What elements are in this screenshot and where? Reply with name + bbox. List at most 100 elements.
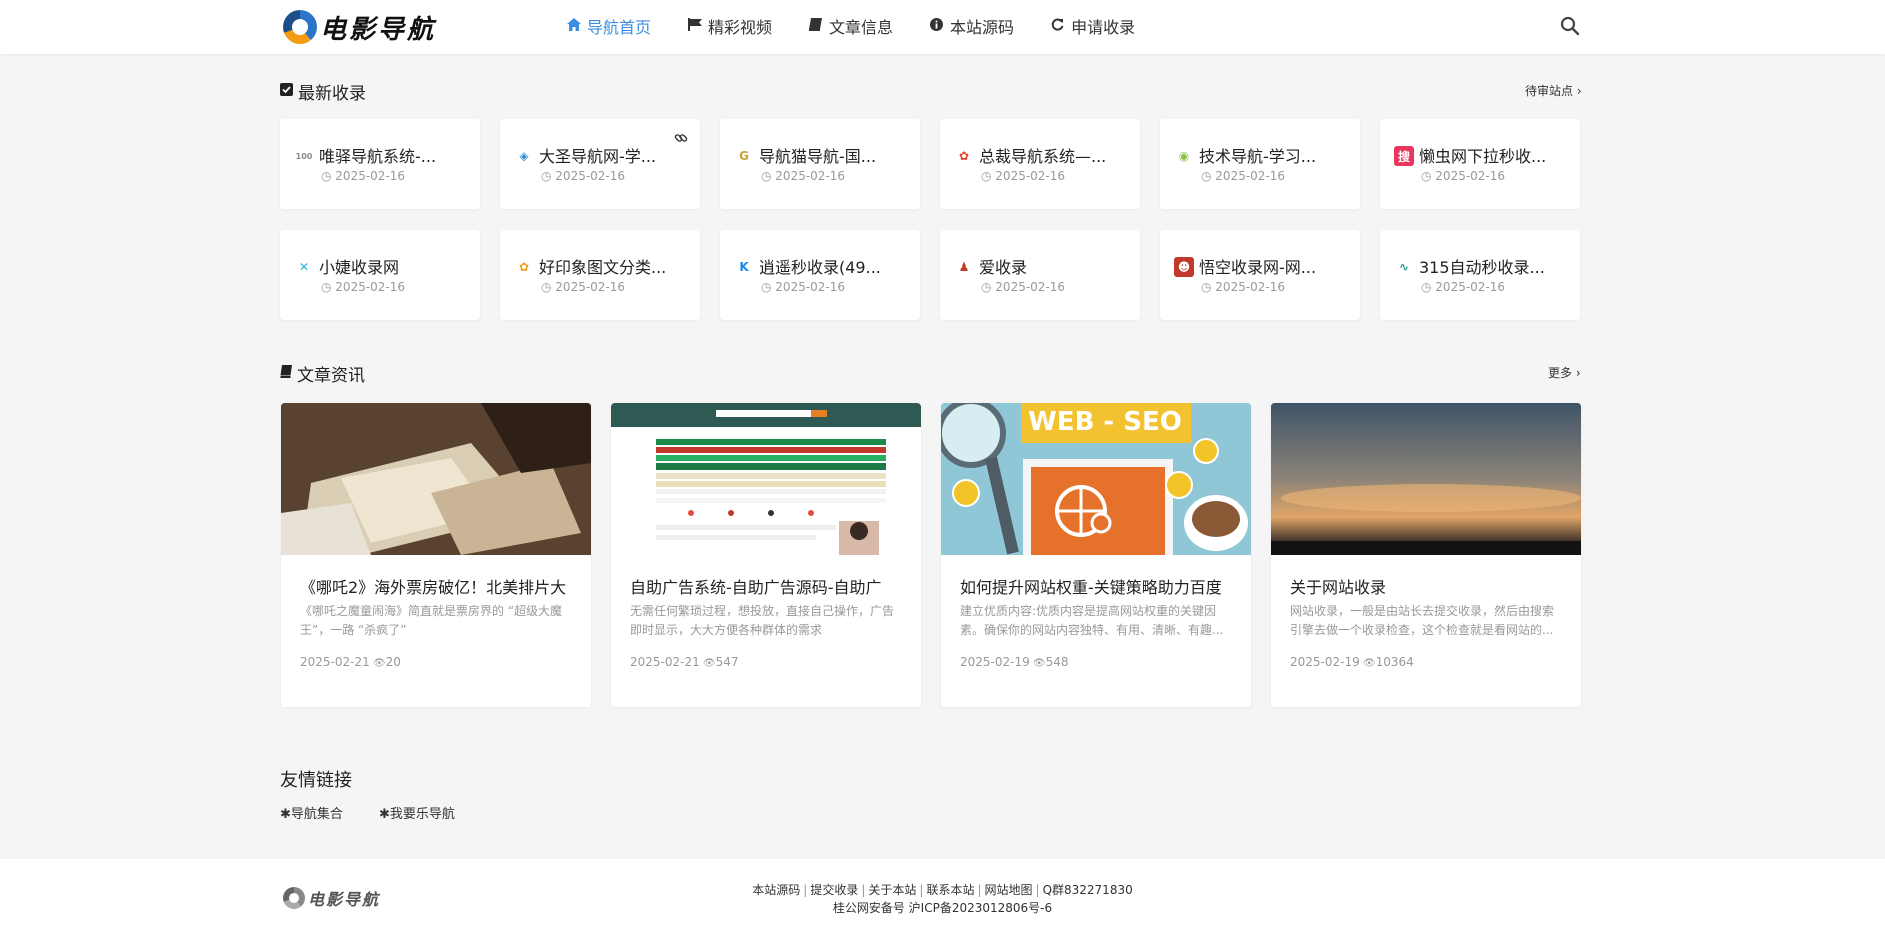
article-title[interactable]: 如何提升网站权重-关键策略助力百度 [960,574,1232,598]
clock-icon: ◷ [1201,280,1216,294]
site-card-name: 爱收录 [979,258,1028,277]
site-card-name: 懒虫网下拉秒收... [1419,147,1547,166]
flag-icon [687,17,702,35]
site-favicon-icon: G [739,149,749,163]
site-card[interactable]: ◈ 大圣导航网-学... ◷ 2025-02-16 [500,119,700,209]
footer-link-source[interactable]: 本站源码 [752,883,800,897]
eye-icon: 👁 [1359,658,1376,669]
article-card[interactable]: 自助广告系统-自助广告源码-自助广 无需任何繁琐过程，想投放，直接自己操作，广告即… [611,403,921,707]
site-card[interactable]: ◉ 技术导航-学习... ◷ 2025-02-16 [1160,119,1360,209]
site-logo[interactable]: 电影导航 [283,9,436,45]
bug-icon: ✱ [379,807,390,822]
footer-link-contact[interactable]: 联系本站 [926,883,974,897]
friend-link-label: 导航集合 [290,807,343,822]
footer-link-qq[interactable]: Q群832271830 [1043,883,1133,897]
latest-title-text: 最新收录 [298,84,366,104]
clock-icon: ◷ [761,169,776,183]
articles-title-text: 文章资讯 [297,366,365,386]
article-card[interactable]: 《哪吒2》海外票房破亿！北美排片大 《哪吒之魔童闹海》简直就是票房界的 “超级大魔… [281,403,591,707]
site-card[interactable]: 100 唯驿导航系统-... ◷ 2025-02-16 [280,119,480,209]
site-card-date-text: 2025-02-16 [995,280,1066,294]
refresh-icon [1050,18,1065,35]
nav-label: 本站源码 [950,18,1015,37]
article-thumbnail[interactable]: WEB - SEO [941,403,1251,555]
article-views: 547 [715,655,739,669]
article-thumbnail[interactable] [281,403,591,555]
site-card-name: 悟空收录网-网... [1199,258,1317,277]
site-card-date-text: 2025-02-16 [1435,169,1506,183]
article-thumbnail[interactable] [1271,403,1581,555]
site-card[interactable]: K 逍遥秒收录(49... ◷ 2025-02-16 [720,230,920,320]
clock-icon: ◷ [541,169,556,183]
top-header: 电影导航 导航首页 精彩视频 文章信息 本站源码 申请收录 [0,0,1885,54]
friends-title: 友情链接 [280,770,352,791]
eye-icon: 👁 [369,658,386,669]
friend-link[interactable]: ✱我要乐导航 [379,803,455,822]
site-card[interactable]: ✿ 总裁导航系统—... ◷ 2025-02-16 [940,119,1140,209]
site-card[interactable]: ☻ 悟空收录网-网... ◷ 2025-02-16 [1160,230,1360,320]
nav-item-submit[interactable]: 申请收录 [1050,14,1135,38]
site-favicon-icon: 搜 [1394,146,1414,166]
site-card[interactable]: ∿ 315自动秒收录... ◷ 2025-02-16 [1380,230,1580,320]
site-card[interactable]: ✕ 小婕收录网 ◷ 2025-02-16 [280,230,480,320]
article-views: 10364 [1375,655,1414,669]
eye-icon: 👁 [699,658,716,669]
article-card[interactable]: WEB - SEO 如何提升网站权重-关键策略助力百度建立优质内容:优质内容是提高… [941,403,1251,707]
nav-item-articles[interactable]: 文章信息 [808,14,893,38]
nav-item-videos[interactable]: 精彩视频 [687,14,772,38]
site-card-date: ◷ 2025-02-16 [981,280,1065,294]
site-card[interactable]: ✿ 好印象图文分类... ◷ 2025-02-16 [500,230,700,320]
article-title[interactable]: 自助广告系统-自助广告源码-自助广 [630,574,902,598]
site-card-date: ◷ 2025-02-16 [761,280,845,294]
site-logo-text: 电影导航 [320,14,437,45]
footer-link-about[interactable]: 关于本站 [868,883,916,897]
footer-icp[interactable]: 桂公网安备号 沪ICP备2023012806号-6 [0,899,1885,916]
book-icon [280,365,292,382]
article-meta: 2025-02-19 👁548 [960,655,1069,669]
article-thumbnail[interactable] [611,403,921,555]
site-card-name: 好印象图文分类... [539,258,667,277]
nav-item-home[interactable]: 导航首页 [566,14,651,38]
site-card[interactable]: G 导航猫导航-国... ◷ 2025-02-16 [720,119,920,209]
site-card-name: 315自动秒收录... [1419,258,1545,277]
nav-item-source[interactable]: 本站源码 [929,14,1014,38]
eye-icon: 👁 [1029,658,1046,669]
site-card-name: 唯驿导航系统-... [319,147,437,166]
article-summary: 网站收录，一般是由站长去提交收录，然后由搜索引擎去做一个收录检查，这个检查就是看… [1290,604,1555,637]
article-date: 2025-02-19 [1290,655,1360,669]
link-icon[interactable] [674,131,688,149]
site-card-date: ◷ 2025-02-16 [321,280,405,294]
site-card-name: 导航猫导航-国... [759,147,877,166]
pending-sites-link[interactable]: 待审站点 › [1525,82,1582,99]
site-card-name: 总裁导航系统—... [979,147,1107,166]
article-summary: 建立优质内容:优质内容是提高网站权重的关键因素。确保你的网站内容独特、有用、清晰… [960,604,1224,637]
clock-icon: ◷ [321,169,336,183]
clock-icon: ◷ [761,280,776,294]
site-card-date-text: 2025-02-16 [555,280,626,294]
article-card[interactable]: 关于网站收录网站收录，一般是由站长去提交收录，然后由搜索引擎去做一个收录检查，这… [1271,403,1581,707]
footer-link-sitemap[interactable]: 网站地图 [985,883,1033,897]
article-title[interactable]: 《哪吒2》海外票房破亿！北美排片大 [300,574,572,598]
clock-icon: ◷ [981,280,996,294]
site-card[interactable]: ♟ 爱收录 ◷ 2025-02-16 [940,230,1140,320]
clock-icon: ◷ [541,280,556,294]
site-card-date: ◷ 2025-02-16 [1421,280,1505,294]
site-card-name: 小婕收录网 [319,258,400,277]
clock-icon: ◷ [1421,280,1436,294]
footer-link-submit[interactable]: 提交收录 [810,883,858,897]
site-card-date-text: 2025-02-16 [995,169,1066,183]
site-card[interactable]: 搜懒虫网下拉秒收... ◷ 2025-02-16 [1380,119,1580,209]
article-title[interactable]: 关于网站收录 [1290,574,1562,598]
site-favicon-icon: K [739,260,749,274]
friend-link[interactable]: ✱导航集合 [280,803,343,822]
friend-link-label: 我要乐导航 [389,807,455,822]
article-date: 2025-02-19 [960,655,1030,669]
articles-more-link[interactable]: 更多 › [1548,364,1581,381]
site-favicon-icon: ✿ [518,260,530,274]
latest-section-title: 最新收录 [280,79,366,104]
clock-icon: ◷ [321,280,336,294]
articles-section-title: 文章资讯 [280,361,365,386]
site-favicon-icon: ∿ [1398,260,1410,274]
nav-label: 精彩视频 [708,18,773,37]
search-icon[interactable] [1560,16,1580,36]
